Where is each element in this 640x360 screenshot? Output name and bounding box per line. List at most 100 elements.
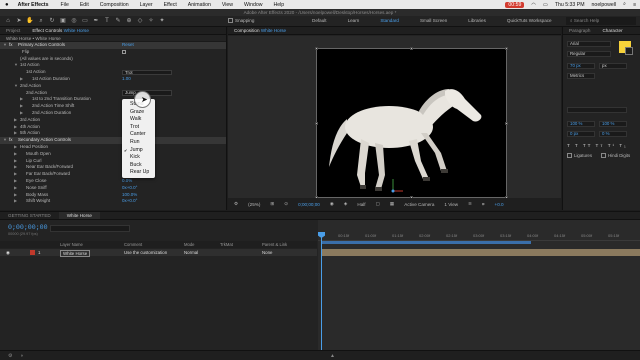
menu-view[interactable]: View [222,2,233,8]
expand-down-icon[interactable]: ▼ [3,42,7,49]
pan-behind-tool-icon[interactable]: ◎ [70,17,78,25]
menu-window[interactable]: Window [244,2,262,8]
expand-right-icon[interactable]: ▶ [14,198,17,205]
font-family-dropdown[interactable]: Arial [567,41,611,47]
grid-icon[interactable]: ⊞ [270,201,274,207]
menu-item-run[interactable]: Run [122,139,155,147]
label-color[interactable] [30,250,35,255]
first-action-group[interactable]: ▼ 1st Action [0,62,226,69]
font-size-field[interactable]: 70 px [567,63,595,69]
roto-tool-icon[interactable]: ✧ [147,17,155,25]
font-style-dropdown[interactable]: Regular [567,51,611,57]
composition-viewer[interactable] [228,36,561,199]
tab-character[interactable]: Character [596,27,628,34]
hand-tool-icon[interactable]: ✋ [26,17,34,25]
menu-file[interactable]: File [60,2,68,8]
snapping-toggle[interactable]: Snapping [228,18,254,23]
third-action-group[interactable]: ▶ 3rd Action [0,117,226,124]
pen-tool-icon[interactable]: ✒ [92,17,100,25]
layer-name[interactable]: White Horse [60,250,91,257]
expand-right-icon[interactable]: ▶ [14,164,17,171]
layer-name-header[interactable]: Layer Name [60,241,83,248]
expand-right-icon[interactable]: ▶ [14,192,17,199]
expand-right-icon[interactable]: ▶ [14,158,17,165]
fast-preview-icon[interactable]: ≋ [468,201,472,207]
clone-tool-icon[interactable]: ⊕ [125,17,133,25]
ligatures-option[interactable]: Ligatures [567,153,592,158]
menu-effect[interactable]: Effect [164,2,177,8]
app-menu[interactable]: After Effects [18,2,49,8]
clock[interactable]: Thu 5:33 PM [555,2,585,8]
wifi-icon[interactable]: ◠ [531,2,536,8]
comp-timecode[interactable]: 0;00;00;00 [298,202,320,207]
expand-right-icon[interactable]: ▶ [20,103,23,110]
workspace-small-screen[interactable]: Small Screen [420,18,447,23]
layer-comment[interactable]: Use the customization [124,249,167,256]
work-area-bar[interactable] [321,241,531,244]
timeline-timecode[interactable]: 0;00;00;00 [8,224,48,231]
expand-right-icon[interactable]: ▶ [14,185,17,192]
type-tool-icon[interactable]: T [103,17,111,25]
timeline-graph[interactable]: 0f 00:15f 01:00f 01:15f 02:00f 02:15f 03… [318,220,640,360]
reset-link[interactable]: Reset [122,42,134,49]
recording-indicator[interactable]: 00:59 [505,1,525,8]
zoom-dropdown[interactable]: (25%) [248,202,260,207]
expand-right-icon[interactable]: ▶ [14,171,17,178]
selection-tool-icon[interactable]: ➤ [15,17,23,25]
hindi-digits-option[interactable]: Hindi Digits [601,153,630,158]
menu-layer[interactable]: Layer [140,2,153,8]
workspace-standard[interactable]: Standard [380,18,399,23]
horizontal-scale-field[interactable]: 100 % [599,121,627,127]
faux-style-buttons[interactable]: T T TT Tт T¹ T₁ [567,143,628,148]
expand-right-icon[interactable]: ▶ [14,130,17,137]
flip-checkbox[interactable] [122,50,126,55]
visibility-icon[interactable]: ◉ [6,249,10,256]
workspace-learn[interactable]: Learn [348,18,360,23]
menu-edit[interactable]: Edit [80,2,89,8]
second-action-group[interactable]: ▼ 2nd Action [0,83,226,90]
menu-item-rear-up[interactable]: Rear Up [122,169,155,177]
menu-item-trot[interactable]: Trot [122,124,155,132]
comment-header[interactable]: Comment [124,241,142,248]
menu-item-kick[interactable]: Kick [122,154,155,162]
exposure-value[interactable]: +0.0 [495,202,504,207]
search-help-input[interactable]: ⌕ Search Help [566,17,636,25]
zoom-tool-icon[interactable]: ⌕ [37,17,45,25]
workspace-libraries[interactable]: Libraries [468,18,486,23]
expand-right-icon[interactable]: ▶ [20,76,23,83]
menu-list-icon[interactable]: ≡ [633,2,636,8]
tab-paragraph[interactable]: Paragraph [563,27,596,34]
body-mass-value[interactable]: 100.0% [122,192,137,199]
workspace-default[interactable]: Default [312,18,327,23]
flowchart-icon[interactable]: ⌗ [482,202,485,207]
secondary-action-controls-row[interactable]: ▼ fx Secondary Action Controls [0,137,226,144]
fourth-action-group[interactable]: ▶ 4th Action [0,124,226,131]
eye-close-value[interactable]: 0.0% [122,178,132,185]
primary-action-controls-row[interactable]: ▼ fx Primary Action Controls Reset [0,42,226,49]
expand-right-icon[interactable]: ▶ [20,96,23,103]
expand-right-icon[interactable]: ▶ [14,144,17,151]
first-action-dropdown[interactable]: Trot [122,69,172,76]
expand-right-icon[interactable]: ▶ [20,110,23,117]
ligatures-checkbox[interactable] [567,153,572,158]
stroke-width-field[interactable] [567,107,627,113]
color-icon[interactable]: ◈ [344,201,348,207]
snapping-checkbox[interactable] [228,18,233,23]
composition-canvas[interactable] [315,47,508,199]
apple-icon[interactable]: ● [5,2,9,8]
switches-icon[interactable]: ⚙ [8,353,12,359]
snapshot-icon[interactable]: ◉ [330,201,334,207]
tab-getting-started[interactable]: GETTING STARTED [0,212,59,219]
menu-animation[interactable]: Animation [188,2,211,8]
search-icon[interactable]: ⌕ [623,1,626,8]
baseline-shift-field[interactable]: 0 px [567,131,595,137]
tab-effect-controls[interactable]: Effect Controls White Horse [26,27,95,34]
trkmat-header[interactable]: TrkMat [220,241,233,248]
expand-down-icon[interactable]: ▼ [14,62,18,69]
menu-item-jump[interactable]: ✔ Jump [122,147,155,155]
expand-right-icon[interactable]: ▶ [14,178,17,185]
roi-icon[interactable]: ▢ [376,201,380,207]
zoom-out-icon[interactable]: ▲ [330,353,335,359]
parent-header[interactable]: Parent & Link [262,241,287,248]
user-name[interactable]: noelpowell [592,2,617,8]
